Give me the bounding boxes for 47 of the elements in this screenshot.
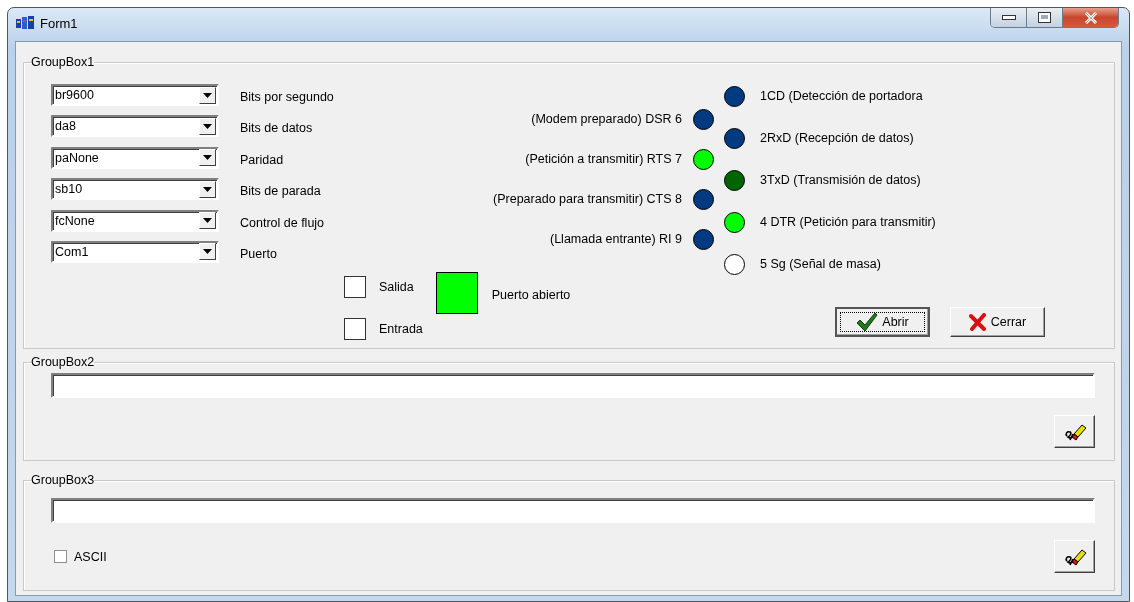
dropdown[interactable]: fcNone: [51, 209, 219, 232]
close-button[interactable]: [1063, 8, 1118, 27]
field-label: Puerto: [240, 246, 278, 263]
signal-label: 3TxD (Transmisión de datos): [760, 173, 921, 187]
group-title: GroupBox3: [31, 473, 95, 487]
signal-label: 4 DTR (Petición para transmitir): [760, 215, 936, 229]
signal-label: (Preparado para transmitir) CTS 8: [493, 192, 682, 206]
text-field[interactable]: [51, 498, 1095, 523]
group-title: GroupBox1: [31, 55, 95, 69]
dropdown[interactable]: da8: [51, 115, 219, 138]
signal-label: 2RxD (Recepción de datos): [760, 131, 914, 145]
text-field[interactable]: [51, 373, 1095, 398]
minimize-icon: [1001, 14, 1016, 21]
push-button[interactable]: Abrir: [835, 307, 930, 337]
dropdown[interactable]: paNone: [51, 146, 219, 169]
signal-label: (Llamada entrante) RI 9: [550, 232, 682, 246]
checkbox-label: Entrada: [379, 322, 423, 336]
dropdown[interactable]: Com1: [51, 240, 219, 263]
close-icon: [1083, 11, 1098, 24]
checkbox[interactable]: [344, 276, 366, 298]
app-icon: [16, 16, 34, 30]
dropdown[interactable]: br9600: [51, 84, 219, 106]
checkbox[interactable]: [54, 550, 67, 563]
checkmark-icon: [856, 312, 879, 332]
window-title: Form1: [40, 15, 78, 31]
signal-label: (Modem preparado) DSR 6: [531, 112, 682, 126]
clear-button[interactable]: [1054, 540, 1095, 573]
checkbox[interactable]: [344, 318, 366, 340]
minimize-button[interactable]: [991, 8, 1027, 27]
indicator-label: Puerto abierto: [491, 288, 571, 302]
field-label: Bits de datos: [240, 121, 314, 138]
signal-label: 5 Sg (Señal de masa): [760, 257, 881, 271]
field-label: Bits por segundo: [240, 90, 335, 106]
field-label: Bits de parada: [240, 184, 322, 201]
group-title: GroupBox2: [31, 355, 95, 369]
dropdown[interactable]: sb10: [51, 178, 219, 201]
push-button[interactable]: Cerrar: [950, 307, 1045, 337]
close-icon: [968, 313, 987, 331]
maximize-icon: [1038, 12, 1051, 23]
checkbox-label: Salida: [379, 280, 414, 294]
signal-label: (Petición a transmitir) RTS 7: [525, 152, 682, 166]
clear-button[interactable]: [1054, 415, 1095, 448]
checkbox-label: ASCII: [74, 549, 107, 564]
maximize-button[interactable]: [1027, 8, 1063, 27]
field-label: Paridad: [240, 152, 285, 169]
signal-label: 1CD (Detección de portadora: [760, 89, 923, 103]
field-label: Control de flujo: [240, 215, 326, 232]
